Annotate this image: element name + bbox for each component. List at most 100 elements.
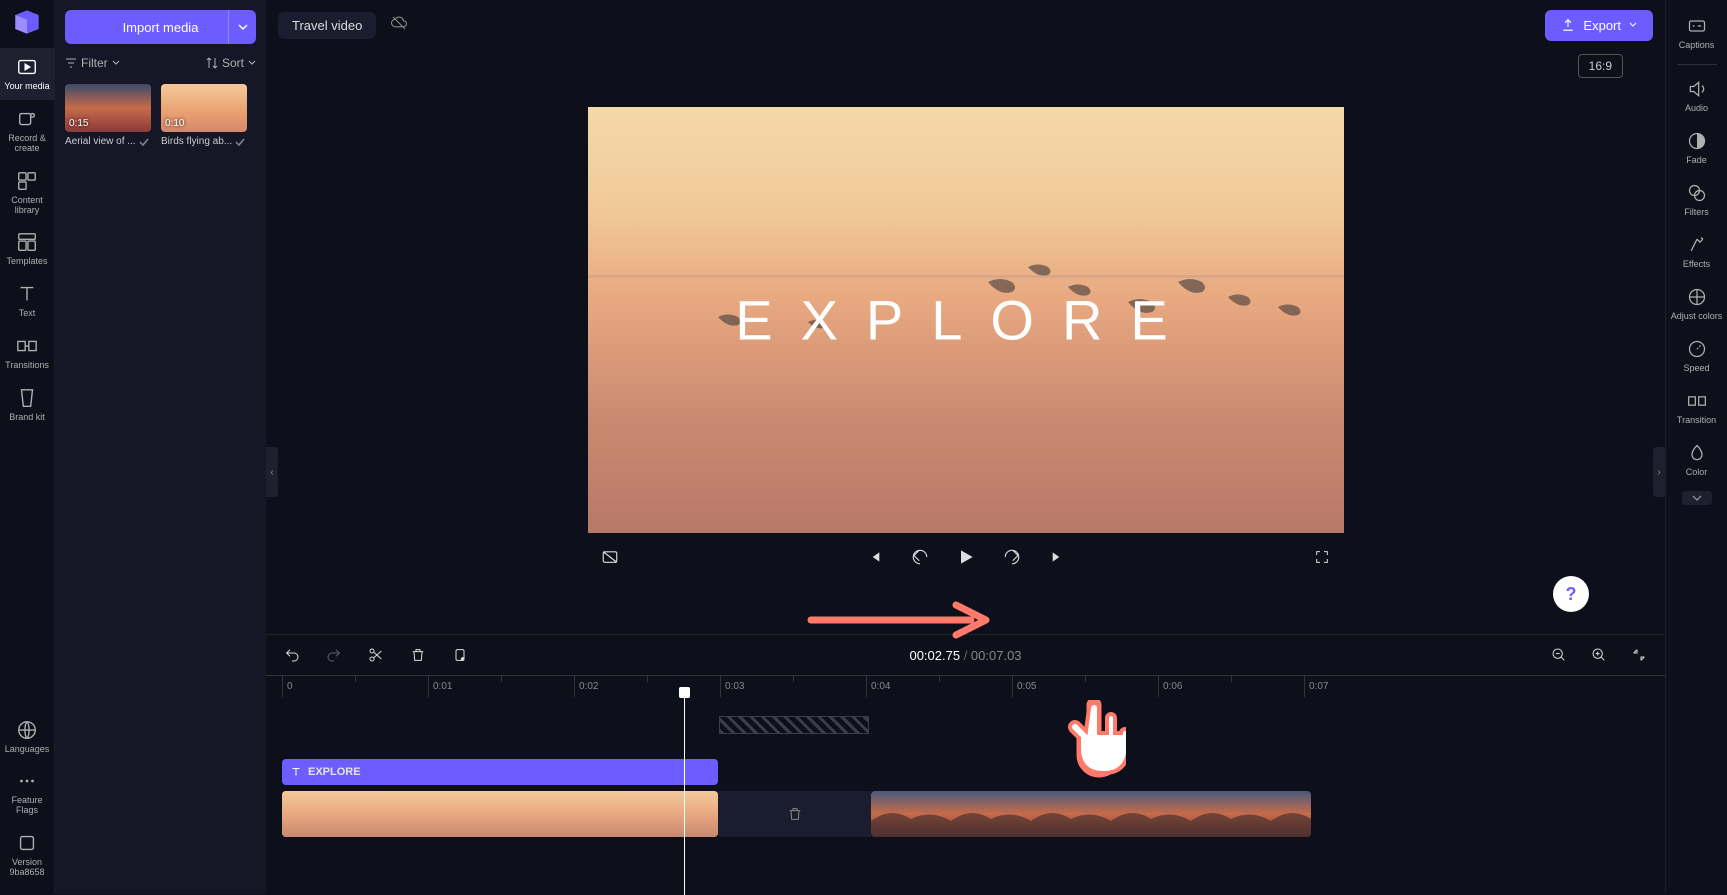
aspect-ratio-button[interactable]: 16:9: [1578, 54, 1623, 78]
nav-text[interactable]: Text: [0, 275, 55, 327]
nav-brand-kit[interactable]: Brand kit: [0, 379, 55, 431]
nav-content-library[interactable]: Content library: [0, 162, 55, 224]
play-button[interactable]: [952, 543, 980, 571]
trash-icon[interactable]: [787, 806, 803, 822]
ruler-mark: 0:05: [1012, 676, 1036, 697]
crop-button[interactable]: [446, 641, 474, 669]
collapse-right-panel[interactable]: ›: [1653, 447, 1665, 497]
nav-label: Your media: [4, 82, 49, 92]
prop-label: Color: [1686, 467, 1708, 477]
main-area: Travel video Export 16:9: [266, 0, 1665, 894]
preview-canvas[interactable]: EXPLORE: [588, 107, 1344, 533]
redo-button[interactable]: [320, 641, 348, 669]
skip-forward-button[interactable]: [998, 543, 1026, 571]
media-panel: Import media Filter Sort 0:15 Aerial vie…: [55, 0, 266, 894]
clip-name: Aerial view of ...: [65, 136, 136, 147]
nav-label: Templates: [6, 257, 47, 267]
nav-your-media[interactable]: Your media: [0, 48, 55, 100]
cloud-sync-icon[interactable]: [390, 14, 408, 37]
help-button[interactable]: ?: [1553, 576, 1589, 612]
nav-label: Feature Flags: [2, 796, 53, 816]
left-rail: Your media Record & create Content libra…: [0, 0, 55, 894]
zoom-in-button[interactable]: [1585, 641, 1613, 669]
prop-color[interactable]: Color: [1666, 435, 1727, 485]
top-bar: Travel video Export: [266, 0, 1665, 50]
fullscreen-button[interactable]: [1308, 543, 1336, 571]
prop-transition[interactable]: Transition: [1666, 383, 1727, 433]
sort-button[interactable]: Sort: [206, 56, 256, 70]
nav-templates[interactable]: Templates: [0, 223, 55, 275]
check-icon: [139, 137, 149, 147]
nav-transitions[interactable]: Transitions: [0, 327, 55, 379]
video-clip[interactable]: [282, 791, 718, 837]
text-icon: [290, 766, 302, 778]
zoom-out-button[interactable]: [1545, 641, 1573, 669]
prop-label: Audio: [1685, 103, 1708, 113]
playhead[interactable]: [684, 697, 685, 895]
timeline-timecode: 00:02.75 / 00:07.03: [909, 648, 1021, 663]
no-watermark-icon[interactable]: [596, 543, 624, 571]
export-button[interactable]: Export: [1545, 10, 1653, 41]
video-clip[interactable]: [871, 791, 1311, 837]
prop-label: Transition: [1677, 415, 1716, 425]
ruler-mark: 0:04: [866, 676, 890, 697]
project-name-input[interactable]: Travel video: [278, 12, 376, 39]
nav-record-create[interactable]: Record & create: [0, 100, 55, 162]
text-clip[interactable]: EXPLORE: [282, 759, 718, 785]
nav-version[interactable]: Version 9ba8658: [0, 824, 55, 886]
timeline: 00:02.75 / 00:07.03 0 0:01 0:02 0:03 0:0…: [266, 634, 1665, 894]
timeline-gap[interactable]: [718, 791, 871, 837]
nav-label: Transitions: [5, 361, 49, 371]
player-controls: [588, 533, 1344, 581]
prop-captions[interactable]: Captions: [1666, 8, 1727, 58]
preview-stage: 16:9 EXPLORE: [266, 50, 1665, 634]
prop-filters[interactable]: Filters: [1666, 175, 1727, 225]
prop-audio[interactable]: Audio: [1666, 71, 1727, 121]
filter-button[interactable]: Filter: [65, 56, 120, 70]
tutorial-hand-icon: [1061, 700, 1126, 780]
ruler-mark: 0:03: [720, 676, 744, 697]
timeline-toolbar: 00:02.75 / 00:07.03: [266, 635, 1665, 675]
media-clip[interactable]: 0:15 Aerial view of ...: [65, 84, 151, 147]
media-clip[interactable]: 0:10 Birds flying ab...: [161, 84, 247, 147]
preview-text-overlay: EXPLORE: [735, 288, 1196, 353]
prop-fade[interactable]: Fade: [1666, 123, 1727, 173]
skip-back-button[interactable]: [906, 543, 934, 571]
prop-label: Speed: [1683, 363, 1709, 373]
total-time: 00:07.03: [971, 648, 1022, 663]
ruler-mark: 0:06: [1158, 676, 1182, 697]
prop-label: Effects: [1683, 259, 1710, 269]
app-logo[interactable]: [13, 8, 41, 36]
prop-adjust-colors[interactable]: Adjust colors: [1666, 279, 1727, 329]
ruler-mark: 0:02: [574, 676, 598, 697]
prop-speed[interactable]: Speed: [1666, 331, 1727, 381]
nav-languages[interactable]: Languages: [0, 711, 55, 763]
import-label: Import media: [123, 20, 199, 35]
ruler-mark: 0:01: [428, 676, 452, 697]
right-rail-expand[interactable]: [1682, 491, 1712, 505]
nav-label: Brand kit: [9, 413, 45, 423]
right-rail: Captions Audio Fade Filters Effects Adju…: [1665, 0, 1727, 894]
prev-frame-button[interactable]: [860, 543, 888, 571]
prop-effects[interactable]: Effects: [1666, 227, 1727, 277]
nav-label: Version 9ba8658: [2, 858, 53, 878]
chevron-down-icon: [1629, 21, 1637, 29]
nav-label: Languages: [5, 745, 50, 755]
next-frame-button[interactable]: [1044, 543, 1072, 571]
nav-label: Content library: [2, 196, 53, 216]
timeline-tracks[interactable]: EXPLORE: [266, 697, 1665, 895]
nav-more[interactable]: Feature Flags: [0, 762, 55, 824]
undo-button[interactable]: [278, 641, 306, 669]
fit-timeline-button[interactable]: [1625, 641, 1653, 669]
split-button[interactable]: [362, 641, 390, 669]
prop-label: Fade: [1686, 155, 1707, 165]
timeline-ruler[interactable]: 0 0:01 0:02 0:03 0:04 0:05 0:06 0:07: [266, 675, 1665, 697]
current-time: 00:02.75: [909, 648, 960, 663]
upload-icon: [1561, 18, 1575, 32]
nav-label: Text: [19, 309, 36, 319]
ruler-mark: 0:07: [1304, 676, 1328, 697]
import-dropdown-icon[interactable]: [228, 10, 256, 44]
tutorial-arrow-icon: [806, 600, 996, 640]
delete-button[interactable]: [404, 641, 432, 669]
import-media-button[interactable]: Import media: [65, 10, 256, 44]
